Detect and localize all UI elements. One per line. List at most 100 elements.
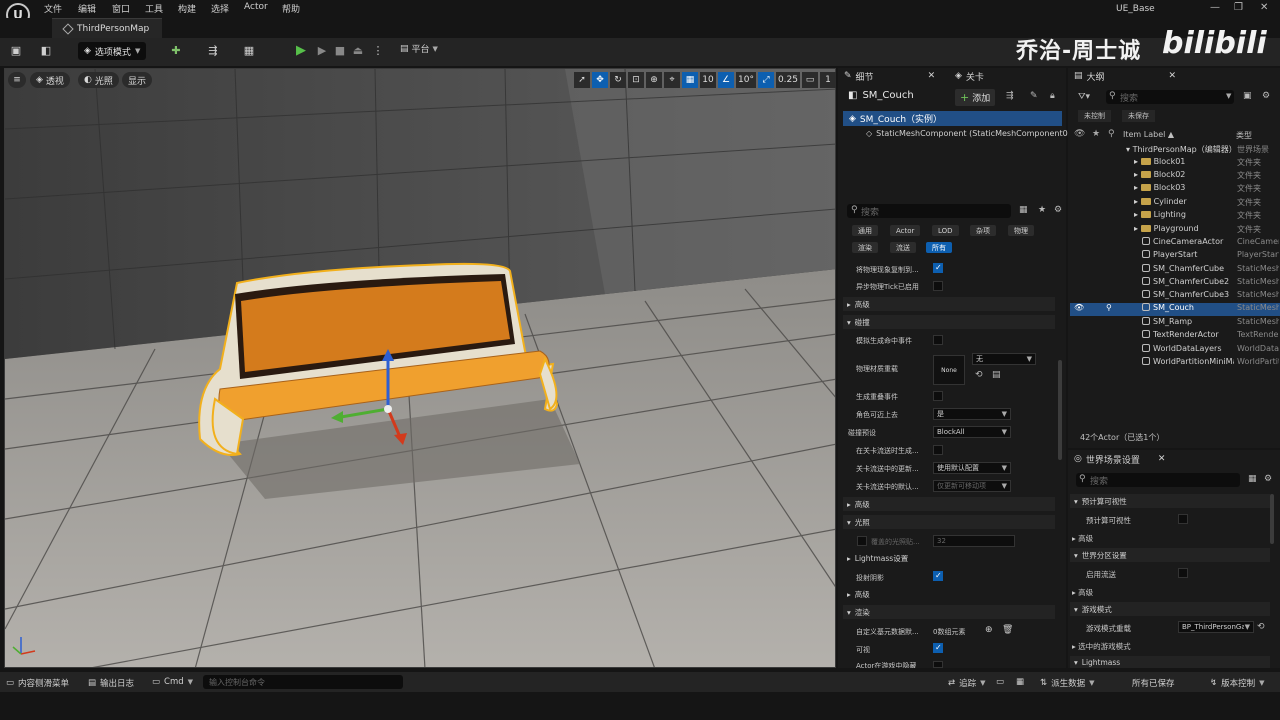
content-drawer-button[interactable]: ▭ 内容侧滑菜单: [6, 677, 69, 689]
details-scrollbar[interactable]: [1058, 360, 1062, 460]
rotation-snap-icon[interactable]: ∠: [718, 72, 734, 88]
section-lightmass[interactable]: ▾ Lightmass: [1070, 656, 1270, 668]
add-component-button[interactable]: + 添加: [955, 89, 996, 106]
browse-asset-icon[interactable]: ▤: [992, 370, 1001, 380]
add-element-icon[interactable]: ⊕: [985, 625, 993, 635]
selected-game-mode-row[interactable]: ▸ 选中的游戏模式: [1072, 641, 1131, 652]
outliner-row-lighting[interactable]: ▸ Lighting 文件夹: [1070, 210, 1280, 223]
console-command-input[interactable]: 输入控制台命令: [203, 675, 403, 689]
outliner-row-worlddatalayers[interactable]: WorldDataLayers WorldDataLayers: [1070, 344, 1280, 357]
section-lightmass[interactable]: ▸ Lightmass设置: [843, 551, 1055, 565]
prop-cast-shadow-checkbox[interactable]: [933, 571, 943, 581]
uncontrolled-button[interactable]: 未控制: [1078, 110, 1111, 122]
trash-icon[interactable]: 🗑︎: [1002, 625, 1013, 635]
filter-lod[interactable]: LOD: [932, 225, 959, 236]
section-precomputed-visibility[interactable]: ▾ 预计算可视性: [1070, 494, 1270, 508]
rotate-tool-icon[interactable]: ↻: [610, 72, 626, 88]
show-button[interactable]: 显示: [122, 72, 153, 88]
outliner-row-chamfercube2[interactable]: SM_ChamferCube2 StaticMeshActor: [1070, 277, 1280, 290]
prop-async-physics-checkbox[interactable]: [933, 281, 943, 291]
scale-snap-icon[interactable]: ⤢: [757, 72, 774, 88]
unsaved-button[interactable]: 未保存: [1122, 110, 1155, 122]
eject-icon[interactable]: ⏏: [352, 45, 364, 57]
prop-replicate-physics-checkbox[interactable]: [933, 263, 943, 273]
world-search-input[interactable]: 搜索: [1076, 473, 1240, 487]
source-control-dropdown[interactable]: ↯ 版本控制 ▼: [1210, 677, 1265, 689]
filter-general[interactable]: 通用: [852, 225, 878, 236]
minimize-icon[interactable]: —: [1210, 2, 1220, 13]
section-advanced[interactable]: ▸ 高级: [843, 587, 1055, 601]
blueprint-icon[interactable]: ⇶: [207, 45, 219, 57]
outliner-row-block02[interactable]: ▸ Block02 文件夹: [1070, 170, 1280, 183]
output-log-button[interactable]: ▤ 输出日志: [88, 677, 134, 689]
rotation-snap-value[interactable]: 10°: [736, 72, 756, 88]
gear-icon[interactable]: ⚙: [1264, 474, 1272, 484]
prop-level-streaming-gen-checkbox[interactable]: [933, 445, 943, 455]
grid-snap-icon[interactable]: ▦: [682, 72, 698, 88]
camera-speed-icon[interactable]: ▭: [802, 72, 818, 88]
menu-file[interactable]: 文件: [44, 2, 62, 15]
close-icon[interactable]: ✕: [1169, 71, 1177, 81]
filter-rendering[interactable]: 渲染: [852, 242, 878, 253]
outliner-row-root[interactable]: ▾ ThirdPersonMap（编辑器） 世界场景: [1070, 144, 1280, 157]
section-world-partition[interactable]: ▾ 世界分区设置: [1070, 548, 1270, 562]
outliner-row-block01[interactable]: ▸ Block01 文件夹: [1070, 157, 1280, 170]
add-content-icon[interactable]: ✚: [170, 45, 182, 57]
reset-arrow-icon[interactable]: ⟲: [975, 370, 983, 380]
blueprint-icon[interactable]: ⇶: [1006, 91, 1014, 101]
outliner-row-playground[interactable]: ▸ Playground 文件夹: [1070, 224, 1280, 237]
menu-actor[interactable]: Actor: [244, 2, 268, 12]
prop-lightmap-res-checkbox[interactable]: [857, 536, 867, 546]
advanced-row[interactable]: ▸ 高级: [1072, 587, 1093, 598]
outliner-row-cylinder[interactable]: ▸ Cylinder 文件夹: [1070, 197, 1280, 210]
save-icon[interactable]: ▣: [10, 45, 22, 57]
camera-speed-value[interactable]: 1: [820, 72, 836, 88]
menu-select[interactable]: 选择: [211, 2, 229, 15]
cinematics-icon[interactable]: ▦: [243, 45, 255, 57]
play-options-icon[interactable]: ⋮: [372, 45, 384, 57]
filter-misc[interactable]: 杂项: [970, 225, 996, 236]
filter-streaming[interactable]: 流送: [890, 242, 916, 253]
grid-view-icon[interactable]: ▦: [1019, 205, 1028, 215]
viewport-menu-button[interactable]: ≡: [8, 72, 26, 88]
game-mode-override-combo[interactable]: BP_ThirdPersonGameMode▼: [1178, 621, 1254, 633]
section-rendering[interactable]: ▾ 渲染: [843, 605, 1055, 619]
new-folder-icon[interactable]: ▣: [1243, 91, 1252, 101]
collision-preset-combo[interactable]: BlockAll ▼: [933, 426, 1011, 438]
star-icon[interactable]: ★: [1092, 129, 1100, 139]
world-space-icon[interactable]: ⊕: [646, 72, 662, 88]
layout-icon[interactable]: ▭: [996, 677, 1004, 687]
grid-snap-value[interactable]: 10: [700, 72, 716, 88]
step-icon[interactable]: ▶: [316, 45, 328, 57]
outliner-row-chamfercube3[interactable]: SM_ChamferCube3 StaticMeshActor: [1070, 290, 1280, 303]
browse-icon[interactable]: ◧: [40, 45, 52, 57]
outliner-row-ramp[interactable]: SM_Ramp StaticMeshActor: [1070, 317, 1280, 330]
level-viewport[interactable]: [4, 68, 836, 668]
lighting-mode-button[interactable]: ◐ 光照: [78, 72, 119, 88]
section-game-mode[interactable]: ▾ 游戏模式: [1070, 602, 1270, 616]
close-icon[interactable]: ✕: [1158, 454, 1166, 464]
maximize-icon[interactable]: ❐: [1234, 2, 1243, 13]
play-icon[interactable]: ▶: [295, 44, 307, 57]
prop-gen-overlap-checkbox[interactable]: [933, 391, 943, 401]
menu-window[interactable]: 窗口: [112, 2, 130, 15]
platforms-dropdown[interactable]: ▤ 平台 ▼: [400, 42, 438, 56]
grid-icon[interactable]: ▦: [1016, 677, 1024, 687]
menu-help[interactable]: 帮助: [282, 2, 300, 15]
prop-sim-hit-events-checkbox[interactable]: [933, 335, 943, 345]
precomputed-visibility-checkbox[interactable]: [1178, 514, 1188, 524]
level-streaming-update-combo[interactable]: 使用默认配置 ▼: [933, 462, 1011, 474]
visibility-col-icon[interactable]: 👁︎: [1074, 129, 1085, 139]
reset-arrow-icon[interactable]: ⟲: [1257, 622, 1265, 632]
select-tool-icon[interactable]: ➚: [574, 72, 590, 88]
stop-icon[interactable]: ■: [334, 45, 346, 57]
scale-tool-icon[interactable]: ⊡: [628, 72, 644, 88]
menu-edit[interactable]: 编辑: [78, 2, 96, 15]
section-advanced[interactable]: ▸ 高级: [843, 297, 1055, 311]
filter-actor[interactable]: Actor: [890, 225, 921, 236]
eye-icon[interactable]: 👁︎: [1074, 303, 1084, 312]
outliner-row-chamfercube[interactable]: SM_ChamferCube StaticMeshActor: [1070, 264, 1280, 277]
tab-world-settings[interactable]: ◎ 世界场景设置 ✕: [1074, 451, 1165, 467]
outliner-row-sm-couch[interactable]: 👁︎ ⚲ SM_Couch StaticMeshActor: [1070, 303, 1280, 316]
prop-visible-checkbox[interactable]: [933, 643, 943, 653]
